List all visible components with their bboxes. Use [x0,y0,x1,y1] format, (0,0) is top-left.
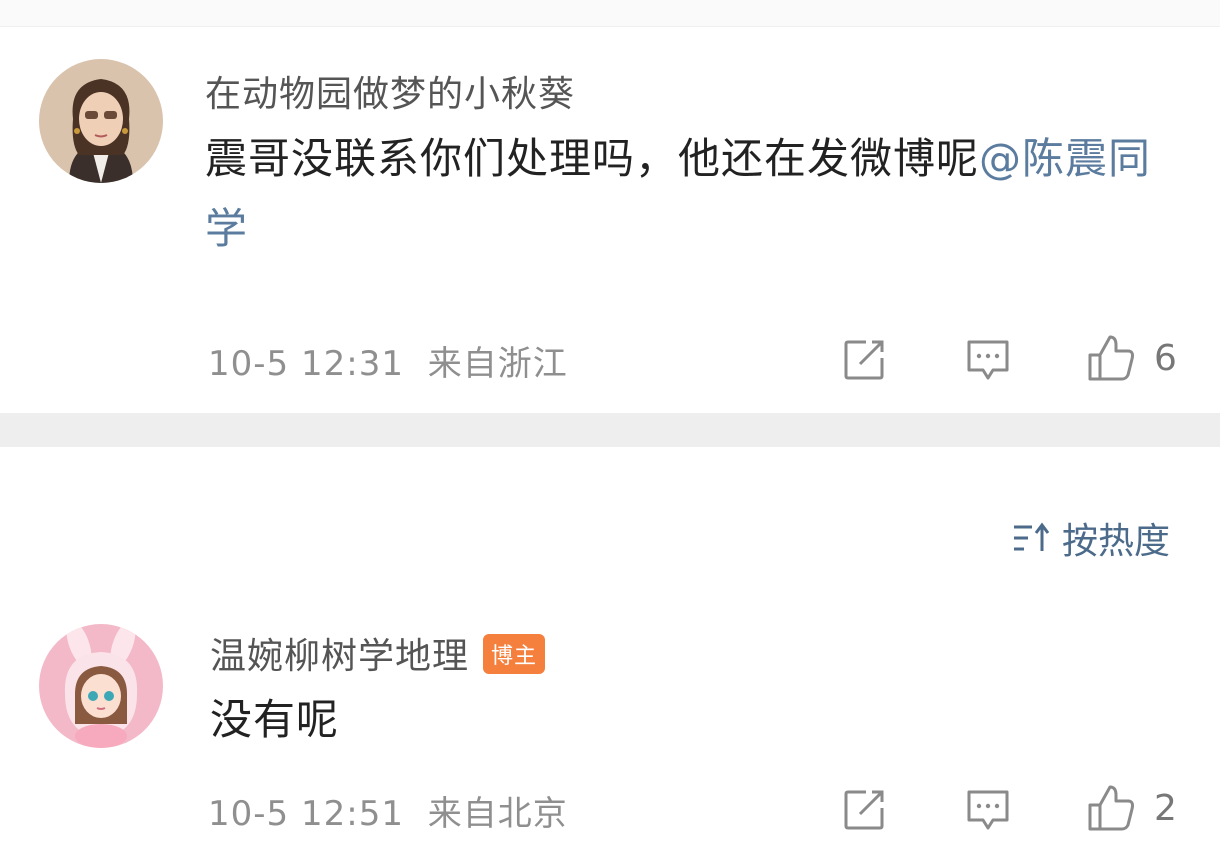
comment-text: 震哥没联系你们处理吗，他还在发微博呢@陈震同学 [205,124,1180,264]
comment-icon [967,340,1009,380]
like-count: 6 [1154,337,1177,379]
comment-button[interactable] [965,788,1011,832]
thumbs-up-icon [1088,785,1134,831]
comment-text: 没有呢 [210,695,340,744]
comment-username[interactable]: 在动物园做梦的小秋葵 [205,65,575,117]
comment-time: 10-5 12:31 [208,344,404,384]
like-count: 2 [1154,787,1177,829]
comment-location: 来自浙江 [427,344,568,384]
avatar[interactable] [39,59,163,183]
comment-icon [967,790,1009,830]
comment-item: 温婉柳树学地理 博主 没有呢 10-5 12:51 来自北京 2 [0,447,1220,868]
comment-meta: 10-5 12:51 来自北京 [208,786,568,835]
thumbs-up-icon [1088,335,1134,381]
share-icon [844,340,884,380]
like-button[interactable]: 6 [1086,333,1177,383]
comment-button[interactable] [965,338,1011,382]
comment-item: 在动物园做梦的小秋葵 震哥没联系你们处理吗，他还在发微博呢@陈震同学 10-5 … [0,0,1220,413]
comment-body: 震哥没联系你们处理吗，他还在发微博呢 [205,134,980,183]
comment-time: 10-5 12:51 [208,794,404,834]
comment-username-text: 温婉柳树学地理 [210,636,470,677]
comment-location: 来自北京 [427,794,568,834]
like-button[interactable]: 2 [1086,783,1177,833]
comment-username[interactable]: 温婉柳树学地理 博主 [210,627,546,679]
author-badge: 博主 [483,634,546,674]
avatar[interactable] [39,624,163,748]
share-icon [844,790,884,830]
section-separator [0,413,1220,447]
comment-meta: 10-5 12:31 来自浙江 [208,336,568,385]
share-button[interactable] [842,788,886,832]
share-button[interactable] [842,338,886,382]
